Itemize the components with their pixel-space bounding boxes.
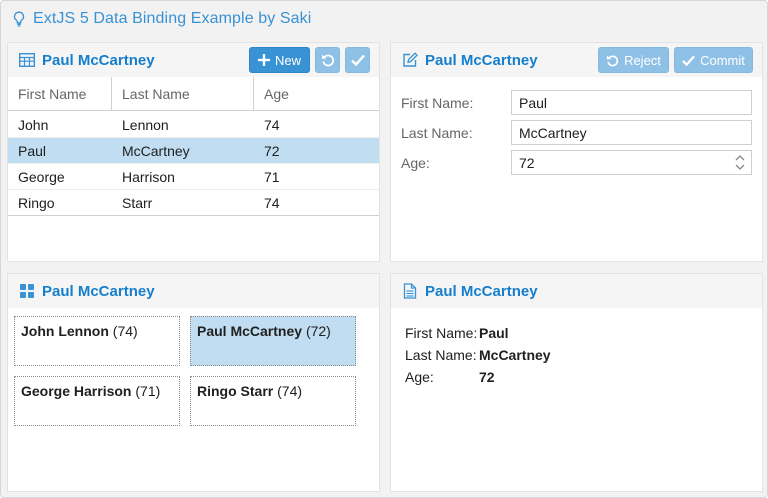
cell-last-name: Lennon (122, 116, 169, 133)
cell-age: 72 (264, 142, 280, 159)
table-row[interactable]: George Harrison 71 (8, 164, 379, 190)
grid-panel-title: Paul McCartney (42, 51, 155, 69)
grid-panel: Paul McCartney New First Name Last Name … (7, 42, 380, 262)
form-panel-title: Paul McCartney (425, 51, 538, 69)
age-value: 72 (519, 154, 535, 171)
last-name-label: Last Name: (401, 125, 473, 141)
detail-age-value: 72 (479, 369, 495, 385)
table-row[interactable]: Ringo Starr 74 (8, 190, 379, 216)
undo-icon (321, 53, 335, 67)
item-age: (74) (112, 323, 138, 339)
grid-reject-button[interactable] (315, 47, 340, 73)
plus-icon (257, 54, 270, 66)
cell-first-name: Ringo (18, 194, 55, 211)
reject-button[interactable]: Reject (598, 47, 669, 73)
first-name-field[interactable]: Paul (511, 90, 752, 115)
last-name-field[interactable]: McCartney (511, 120, 752, 145)
item-age: (71) (135, 383, 161, 399)
cell-age: 74 (264, 194, 280, 211)
checkmark-icon (350, 54, 365, 66)
grid-commit-button[interactable] (345, 47, 370, 73)
item-age: (72) (305, 323, 331, 339)
lightbulb-icon (13, 11, 25, 27)
first-name-value: Paul (519, 94, 548, 111)
detail-last-name-value: McCartney (479, 347, 551, 363)
checkmark-icon (682, 55, 695, 66)
item-name: Ringo Starr (197, 383, 274, 399)
spinner-icon[interactable] (735, 154, 745, 171)
table-row[interactable]: John Lennon 74 (8, 112, 379, 138)
detail-age-label: Age: (405, 369, 434, 385)
document-icon (401, 282, 419, 300)
cell-last-name: Starr (122, 194, 153, 211)
last-name-value: McCartney (519, 124, 587, 141)
details-panel-header: Paul McCartney (391, 274, 762, 308)
tiles-icon (18, 282, 36, 300)
dataview-panel-title: Paul McCartney (42, 282, 155, 300)
detail-first-name-label: First Name: (405, 325, 478, 341)
form-panel: Paul McCartney Reject Commit First Name:… (390, 42, 763, 262)
list-item-selected[interactable]: Paul McCartney (72) (190, 316, 356, 366)
reject-button-label: Reject (624, 52, 661, 68)
cell-age: 74 (264, 116, 280, 133)
details-panel: Paul McCartney First Name: Paul Last Nam… (390, 273, 763, 492)
age-number-field[interactable]: 72 (511, 150, 752, 175)
window-title: ExtJS 5 Data Binding Example by Saki (33, 10, 312, 27)
commit-button[interactable]: Commit (674, 47, 753, 73)
item-name: Paul McCartney (197, 323, 303, 339)
list-item[interactable]: Ringo Starr (74) (190, 376, 356, 426)
new-button[interactable]: New (249, 47, 310, 73)
item-age: (74) (277, 383, 303, 399)
age-label: Age: (401, 155, 430, 171)
cell-first-name: Paul (18, 142, 47, 159)
column-header-first-name[interactable]: First Name (8, 77, 112, 110)
cell-first-name: George (18, 168, 65, 185)
commit-button-label: Commit (700, 52, 745, 68)
dataview-panel-header: Paul McCartney (8, 274, 379, 308)
cell-last-name: McCartney (122, 142, 190, 159)
first-name-label: First Name: (401, 95, 474, 111)
item-name: John Lennon (21, 323, 109, 339)
window-title-bar: ExtJS 5 Data Binding Example by Saki (1, 1, 767, 37)
app-window: ExtJS 5 Data Binding Example by Saki Pau… (0, 0, 768, 498)
details-panel-title: Paul McCartney (425, 282, 538, 300)
cell-first-name: John (18, 116, 49, 133)
item-name: George Harrison (21, 383, 132, 399)
detail-first-name-value: Paul (479, 325, 509, 341)
detail-last-name-label: Last Name: (405, 347, 477, 363)
list-item[interactable]: John Lennon (74) (14, 316, 180, 366)
list-item[interactable]: George Harrison (71) (14, 376, 180, 426)
undo-icon (606, 54, 619, 67)
column-header-last-name[interactable]: Last Name (112, 77, 254, 110)
grid-table-icon (18, 51, 36, 69)
grid-header-row: First Name Last Name Age (8, 77, 379, 111)
cell-last-name: Harrison (122, 168, 175, 185)
column-header-age[interactable]: Age (254, 77, 379, 110)
edit-icon (401, 51, 419, 69)
dataview-panel: Paul McCartney John Lennon (74) Paul McC… (7, 273, 380, 492)
new-button-label: New (274, 52, 301, 68)
table-row-selected[interactable]: Paul McCartney 72 (8, 138, 379, 164)
cell-age: 71 (264, 168, 280, 185)
